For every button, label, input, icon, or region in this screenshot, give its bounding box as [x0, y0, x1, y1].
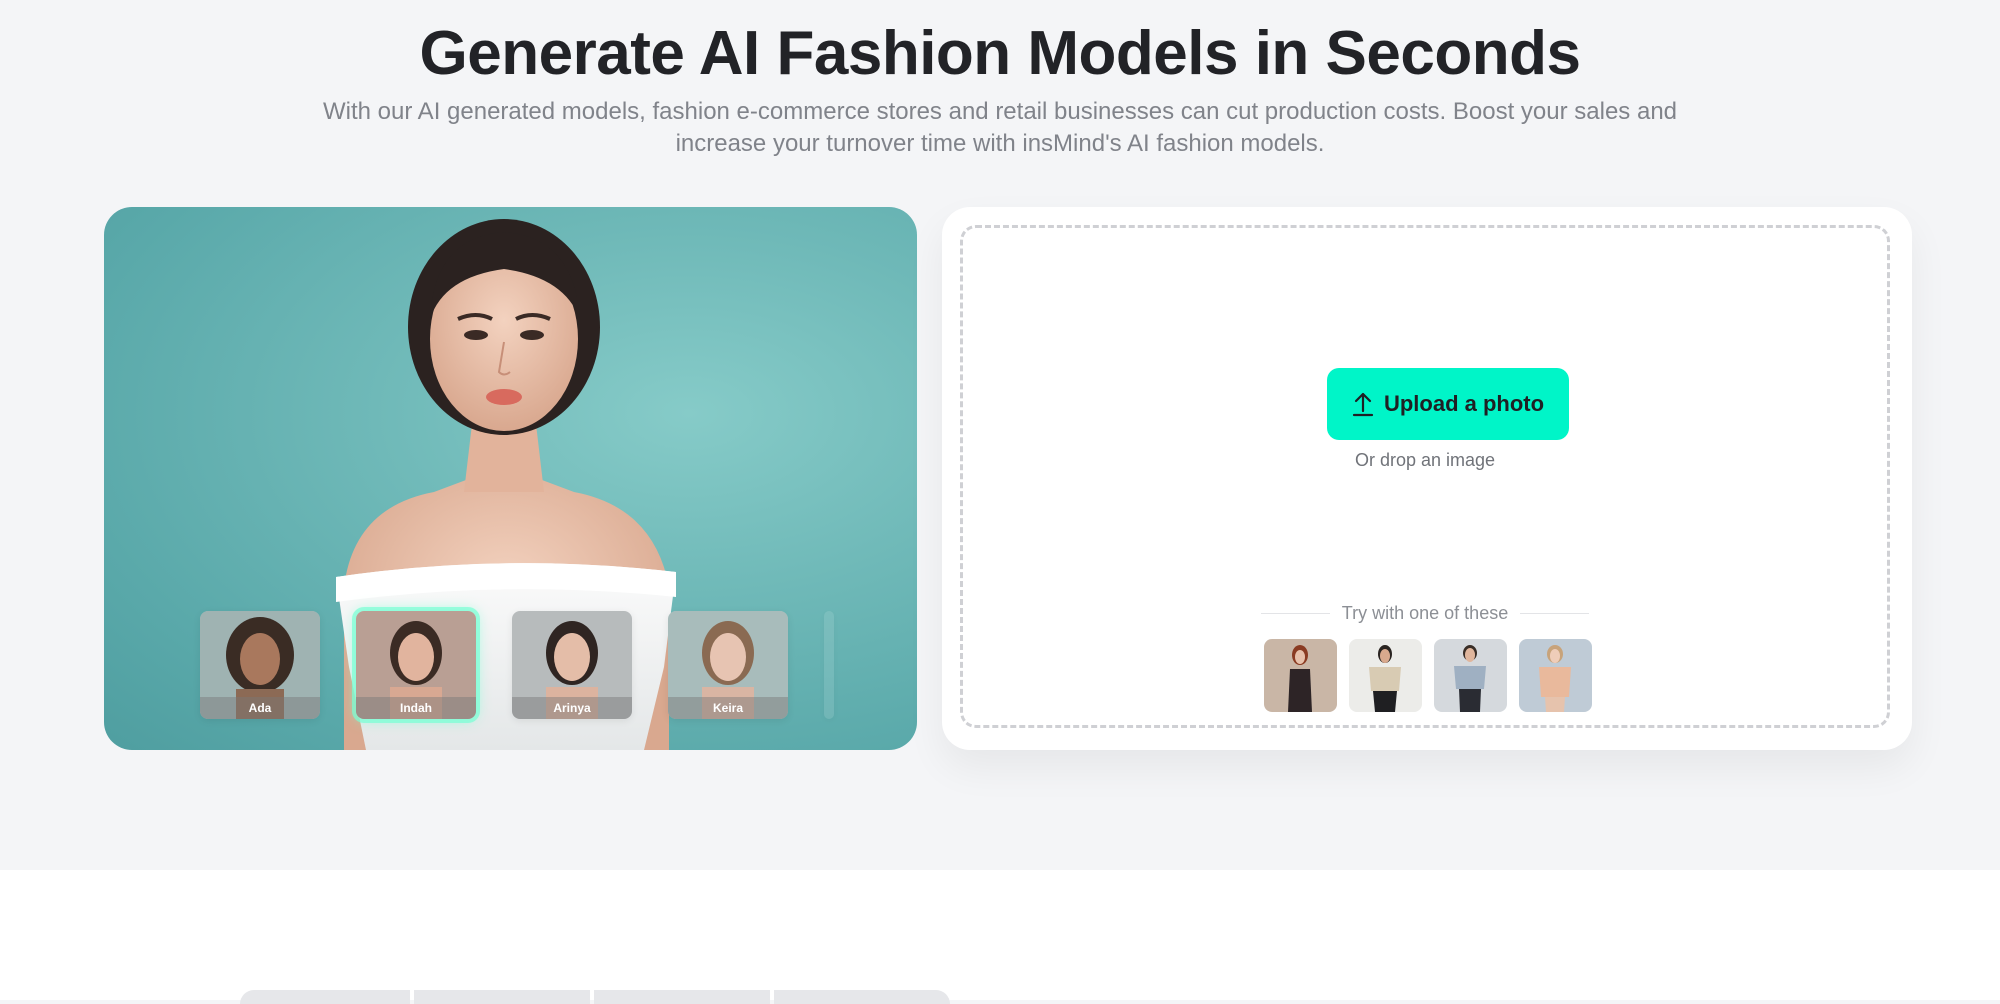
page-title: Generate AI Fashion Models in Seconds	[419, 19, 1581, 88]
drop-hint: Or drop an image	[1354, 450, 1496, 470]
upload-button-label: Upload a photo	[1383, 391, 1545, 416]
samples-heading: Try with one of these	[1261, 602, 1590, 624]
sample-image-1[interactable]	[1264, 639, 1337, 712]
tab-1[interactable]	[240, 990, 410, 1004]
hero-section: Generate AI Fashion Models in Seconds Wi…	[0, 0, 2000, 870]
tab-3[interactable]	[594, 990, 770, 1004]
model-thumb-more[interactable]	[824, 611, 834, 719]
model-thumb-indah[interactable]: Indah	[352, 607, 480, 723]
model-selector: Ada Indah Arinya Keira	[200, 603, 917, 723]
sample-images	[1264, 639, 1594, 713]
model-name: Arinya	[512, 697, 632, 719]
tab-4[interactable]	[774, 990, 950, 1004]
upload-card: Upload a photo Or drop an image Try with…	[942, 207, 1912, 750]
model-thumb-arinya[interactable]: Arinya	[512, 611, 632, 719]
model-thumb-ada[interactable]: Ada	[200, 611, 320, 719]
sample-image-2[interactable]	[1349, 639, 1422, 712]
feature-tabs	[240, 990, 950, 1004]
sample-image-3[interactable]	[1434, 639, 1507, 712]
model-showcase: Ada Indah Arinya Keira	[104, 207, 917, 750]
model-name: Ada	[200, 697, 320, 719]
samples-heading-text: Try with one of these	[1341, 602, 1509, 623]
model-name: Indah	[356, 697, 476, 719]
page-subtitle: With our AI generated models, fashion e-…	[310, 96, 1690, 160]
subtitle-line-2: increase your turnover time with insMind…	[675, 130, 1325, 157]
image-dropzone[interactable]: Upload a photo Or drop an image Try with…	[960, 225, 1890, 728]
upload-photo-button[interactable]: Upload a photo	[1327, 368, 1569, 440]
sample-image-4[interactable]	[1519, 639, 1592, 712]
lower-section	[0, 870, 2000, 1000]
upload-arrow-icon	[1352, 392, 1374, 417]
divider-line	[1520, 612, 1590, 614]
tab-2[interactable]	[414, 990, 590, 1004]
model-name: Keira	[668, 697, 788, 719]
model-thumb-keira[interactable]: Keira	[668, 611, 788, 719]
divider-line	[1261, 612, 1330, 614]
subtitle-line-1: With our AI generated models, fashion e-…	[322, 98, 1678, 125]
